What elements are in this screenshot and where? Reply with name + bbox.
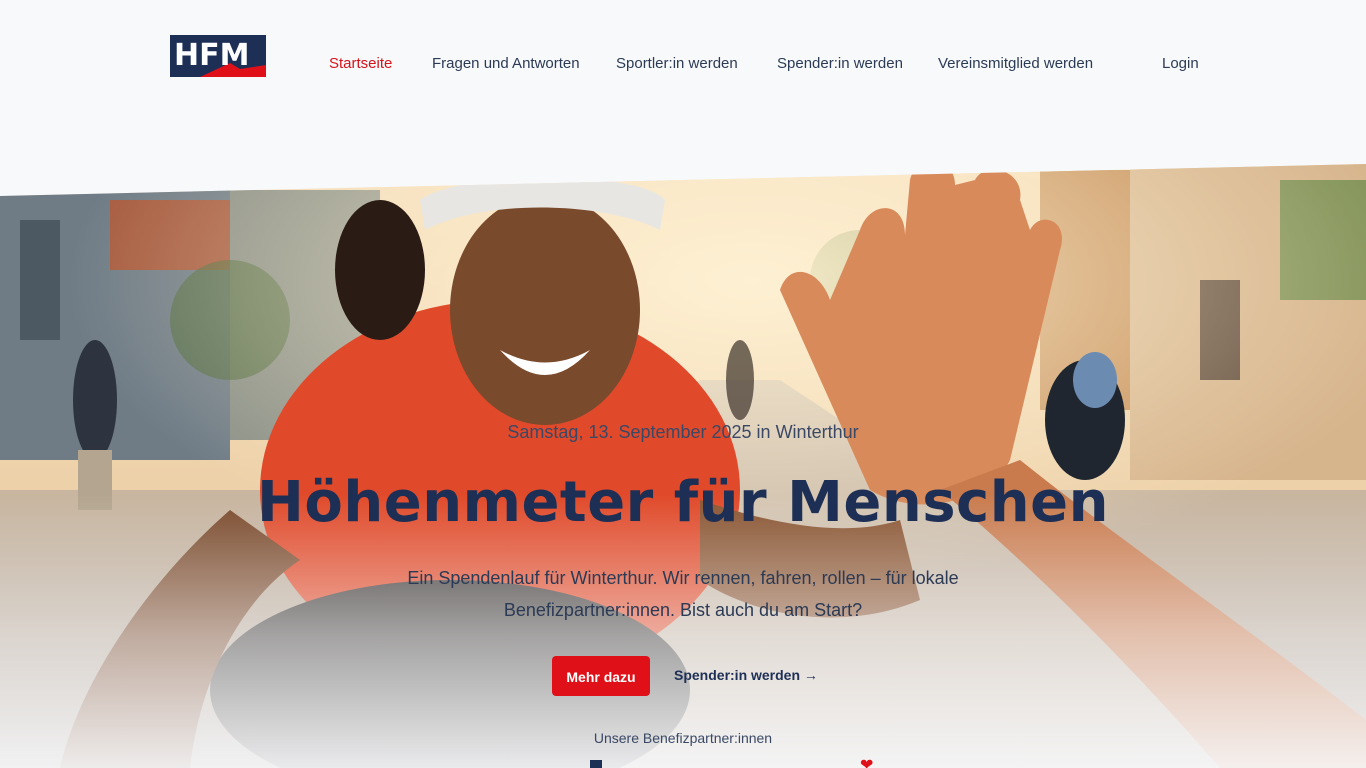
nav-item-startseite[interactable]: Startseite: [329, 55, 392, 72]
heart-icon[interactable]: ❤: [860, 758, 873, 768]
hero-section: Samstag, 13. September 2025 in Winterthu…: [0, 164, 1366, 768]
partner-logo[interactable]: [590, 760, 602, 768]
partners-label: Unsere Benefizpartner:innen: [593, 730, 773, 746]
nav-item-faq[interactable]: Fragen und Antworten: [432, 55, 580, 72]
mehr-dazu-button[interactable]: Mehr dazu: [552, 656, 650, 696]
site-header: HFM Startseite Fragen und Antworten Spor…: [0, 0, 1366, 130]
spender-werden-link[interactable]: Spender:in werden →: [674, 667, 818, 683]
login-link[interactable]: Login: [1162, 55, 1199, 72]
main-nav: Startseite Fragen und Antworten Sportler…: [0, 55, 1366, 75]
hero-lead-text: Ein Spendenlauf für Winterthur. Wir renn…: [407, 568, 959, 620]
hero-content: Samstag, 13. September 2025 in Winterthu…: [0, 164, 1366, 768]
nav-item-sportler[interactable]: Sportler:in werden: [616, 55, 738, 72]
event-date: Samstag, 13. September 2025 in Winterthu…: [507, 422, 859, 442]
nav-item-verein[interactable]: Vereinsmitglied werden: [938, 55, 1093, 72]
page-title: Höhenmeter für Menschen: [257, 470, 1109, 535]
nav-item-spender[interactable]: Spender:in werden: [777, 55, 903, 72]
